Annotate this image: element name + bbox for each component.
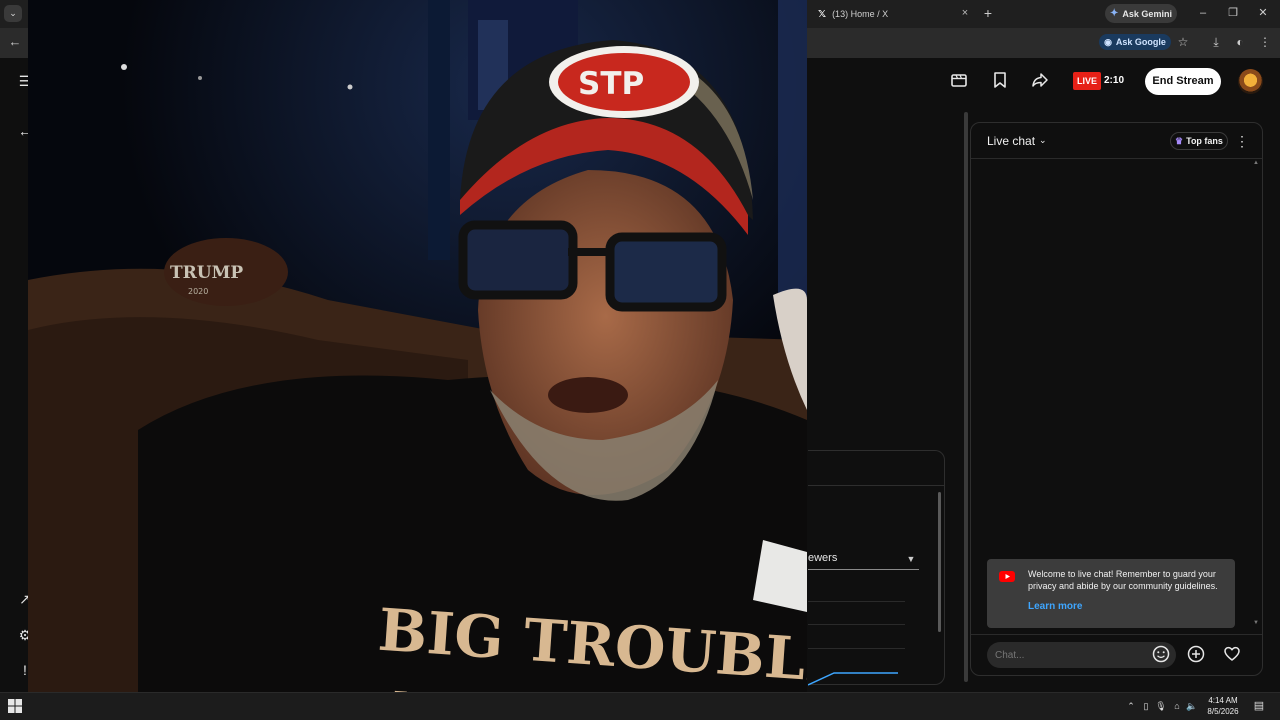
chat-input-divider [971, 634, 1262, 635]
close-window-button[interactable]: ✕ [1254, 5, 1272, 21]
top-fans-label: Top fans [1186, 136, 1223, 146]
windows-taskbar [0, 692, 1280, 720]
background-door [428, 0, 450, 260]
panel-scrollbar[interactable] [938, 492, 941, 632]
sparkle-icon: ✦ [1110, 8, 1119, 19]
x-logo-icon: 𝕏 [818, 8, 827, 20]
windows-start-icon[interactable] [7, 698, 23, 714]
live-chat-selector[interactable]: Live chat ⌄ [987, 132, 1067, 149]
chart-gridline [808, 601, 905, 602]
lens-icon: ◉ [1104, 36, 1112, 47]
add-circle-icon[interactable] [1185, 644, 1207, 666]
emoji-icon[interactable] [1150, 644, 1172, 666]
welcome-message-text: Welcome to live chat! Remember to guard … [1028, 569, 1218, 591]
volume-icon[interactable]: 🔈 [1186, 700, 1198, 712]
scroll-up-arrow-icon[interactable]: ▲ [1253, 160, 1261, 170]
notification-center-icon[interactable]: ▤ [1252, 699, 1266, 713]
back-arrow-icon[interactable]: ← [6, 33, 24, 51]
battery-icon[interactable]: ▯ [1140, 700, 1152, 712]
trump-hat-text: TRUMP [170, 263, 243, 283]
profile-avatar-icon[interactable]: ◐ [1232, 34, 1248, 50]
clock-time: 4:14 AM [1208, 696, 1238, 705]
ask-gemini-label: Ask Gemini [1122, 8, 1172, 19]
learn-more-link[interactable]: Learn more [1028, 601, 1108, 612]
clock-date: 8/5/2026 [1207, 707, 1239, 716]
crown-icon: ♛ [1175, 135, 1184, 146]
ask-google-label: Ask Google [1115, 37, 1166, 47]
live-chat-title: Live chat [987, 133, 1036, 148]
viewers-dropdown-label[interactable]: ewers [808, 552, 868, 566]
bookmark-icon[interactable] [989, 70, 1011, 92]
more-options-icon[interactable]: ⋮ [1235, 132, 1249, 150]
tab-search-button[interactable]: ⌄ [4, 5, 22, 22]
scroll-down-arrow-icon[interactable]: ▼ [1253, 620, 1261, 630]
minimize-window-button[interactable]: – [1194, 5, 1212, 21]
share-icon[interactable] [1029, 70, 1051, 92]
trump-hat-year: 2020 [188, 287, 208, 296]
restore-window-button[interactable]: ❐ [1224, 5, 1242, 21]
live-badge: LIVE [1073, 72, 1101, 90]
chart-gridline [808, 648, 905, 649]
webcam-frame: TRUMP 2020 STP BIG TROUBLE LITTLE [28, 0, 807, 720]
chart-gridline [808, 624, 905, 625]
network-icon[interactable]: ⌂ [1171, 700, 1183, 712]
youtube-logo-icon [999, 571, 1015, 582]
download-icon[interactable]: ⤓ [1208, 34, 1224, 50]
ask-google-button[interactable]: ◉ Ask Google [1099, 34, 1171, 50]
chevron-down-icon[interactable]: ▼ [904, 552, 918, 566]
end-stream-button[interactable]: End Stream [1145, 68, 1221, 95]
webcam-video-overlay[interactable]: TRUMP 2020 STP BIG TROUBLE LITTLE [28, 0, 807, 720]
chat-header-divider [971, 158, 1262, 159]
clapperboard-icon[interactable] [948, 70, 970, 92]
live-duration: 2:10 [1104, 75, 1125, 86]
chevron-down-icon: ⌄ [1039, 135, 1047, 145]
bookmark-star-icon[interactable]: ☆ [1175, 34, 1191, 50]
tray-chevron-up-icon[interactable]: ⌃ [1125, 700, 1137, 712]
ask-gemini-button[interactable]: ✦ Ask Gemini [1105, 4, 1177, 23]
microphone-icon[interactable]: 🎙 [1155, 700, 1167, 712]
panel-divider [808, 485, 944, 486]
heart-icon[interactable] [1221, 644, 1243, 666]
browser-menu-icon[interactable]: ⋮ [1257, 34, 1273, 50]
taskbar-clock[interactable]: 4:14 AM 8/5/2026 [1200, 695, 1246, 717]
tab-title: (13) Home / X [832, 9, 889, 19]
top-fans-button[interactable]: ♛ Top fans [1170, 132, 1228, 150]
close-tab-button[interactable]: × [958, 6, 972, 20]
cap-logo-text: STP [578, 66, 644, 102]
channel-avatar[interactable] [1238, 69, 1263, 94]
new-tab-button[interactable]: + [980, 5, 996, 21]
viewers-sparkline [808, 672, 898, 686]
page-scrollbar[interactable] [964, 112, 968, 682]
dropdown-underline [808, 569, 919, 570]
chat-input[interactable] [987, 642, 1176, 668]
